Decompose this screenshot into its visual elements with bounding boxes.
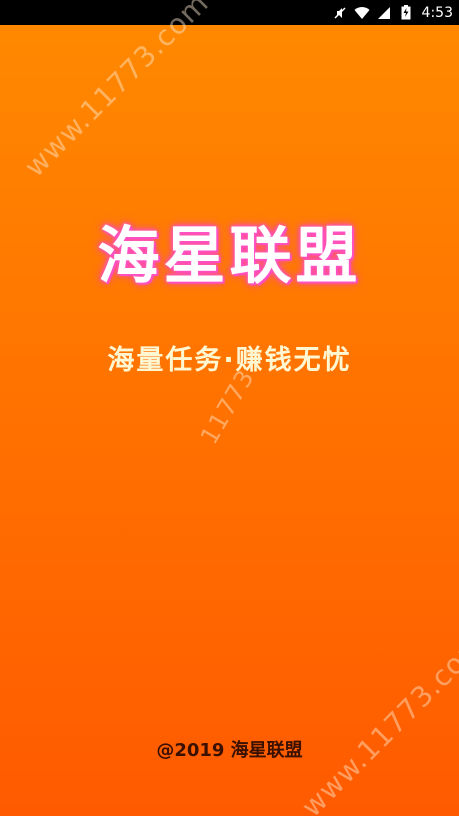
watermark-middle: 11773 xyxy=(195,364,260,449)
copyright-text: @2019 海星联盟 xyxy=(156,740,303,761)
splash-screen: 4:53 www.11773.com 11773 www.11773.com 海… xyxy=(0,0,459,816)
watermark-top: www.11773.com xyxy=(18,0,216,184)
app-title: 海星联盟 xyxy=(97,219,362,292)
wifi-icon xyxy=(354,5,370,21)
status-time: 4:53 xyxy=(421,4,453,21)
watermark-bottom: www.11773.com xyxy=(295,626,459,816)
battery-icon xyxy=(398,5,414,21)
app-slogan: 海量任务·赚钱无忧 xyxy=(107,345,352,376)
signal-icon xyxy=(376,5,392,21)
mute-icon xyxy=(332,5,348,21)
status-bar: 4:53 xyxy=(0,0,459,25)
